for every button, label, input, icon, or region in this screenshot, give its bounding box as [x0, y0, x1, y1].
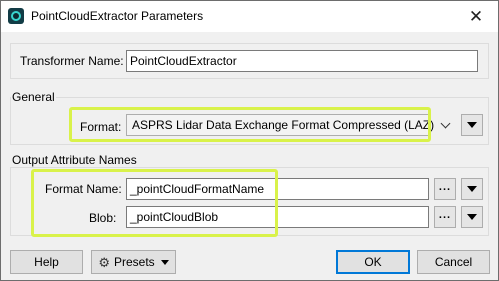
ellipsis-icon: ... [438, 208, 452, 221]
blob-browse-button[interactable]: ... [434, 206, 456, 228]
chevron-down-icon [440, 118, 450, 128]
triangle-down-icon [467, 122, 477, 128]
gear-icon: ⚙ [98, 254, 110, 270]
ok-button[interactable]: OK [336, 250, 410, 274]
output-attributes-group-title: Output Attribute Names [11, 153, 138, 167]
format-highlight-box [69, 107, 431, 142]
format-name-menu-button[interactable] [461, 178, 483, 200]
window-title: PointCloudExtractor Parameters [31, 9, 204, 23]
help-button[interactable]: Help [10, 250, 83, 274]
transformer-name-input[interactable]: PointCloudExtractor [126, 50, 478, 72]
triangle-down-icon [160, 259, 169, 265]
transformer-name-label: Transformer Name: [20, 54, 124, 68]
general-group-title: General [11, 90, 56, 104]
title-bar: PointCloudExtractor Parameters ✕ [1, 1, 498, 32]
format-menu-button[interactable] [461, 114, 483, 136]
point-cloud-app-icon [8, 8, 24, 24]
presets-label: Presets [113, 255, 155, 269]
triangle-down-icon [467, 214, 477, 220]
close-button[interactable]: ✕ [463, 7, 489, 27]
triangle-down-icon [467, 186, 477, 192]
blob-menu-button[interactable] [461, 206, 483, 228]
ellipsis-icon: ... [438, 180, 452, 193]
format-dropdown-button[interactable] [435, 114, 455, 136]
format-name-browse-button[interactable]: ... [434, 178, 456, 200]
cancel-button[interactable]: Cancel [417, 250, 490, 274]
dialog-window: PointCloudExtractor Parameters ✕ Transfo… [0, 0, 499, 281]
presets-button[interactable]: ⚙ Presets [91, 250, 176, 274]
output-highlight-box [31, 169, 278, 237]
